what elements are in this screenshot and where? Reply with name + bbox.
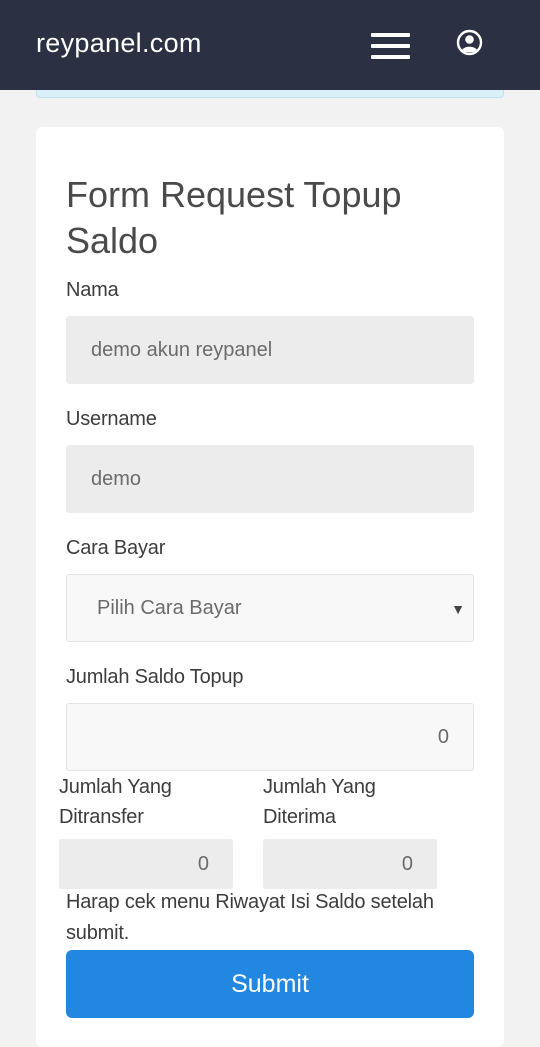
info-note: Harap cek menu Riwayat Isi Saldo setelah…: [66, 891, 434, 944]
jumlah-diterima-label-line2: Diterima: [263, 806, 336, 828]
nama-field: demo akun reypanel: [66, 316, 474, 384]
cara-bayar-label: Cara Bayar: [66, 537, 166, 559]
form-title: Form Request Topup Saldo: [66, 174, 402, 261]
hamburger-menu-icon[interactable]: [371, 33, 410, 60]
top-navbar: reypanel.com: [0, 0, 540, 90]
alert-box: [36, 90, 504, 98]
jumlah-diterima-field: 0: [263, 839, 437, 889]
jumlah-ditransfer-label-line2: Ditransfer: [59, 806, 144, 828]
jumlah-saldo-label: Jumlah Saldo Topup: [66, 666, 244, 688]
jumlah-diterima-label: Jumlah Yang Diterima: [263, 772, 376, 832]
jumlah-diterima-label-line1: Jumlah Yang: [263, 776, 376, 798]
submit-button[interactable]: Submit: [66, 950, 474, 1018]
jumlah-diterima-value: 0: [401, 852, 413, 875]
dropdown-caret-icon: ▼: [451, 601, 465, 617]
user-circle-icon[interactable]: [456, 29, 483, 56]
username-value: demo: [91, 467, 142, 490]
brand-logo[interactable]: reypanel.com: [36, 28, 202, 59]
jumlah-ditransfer-value: 0: [197, 852, 209, 875]
jumlah-ditransfer-field: 0: [59, 839, 233, 889]
cara-bayar-selected: Pilih Cara Bayar: [97, 596, 242, 619]
username-label: Username: [66, 408, 157, 430]
cara-bayar-select[interactable]: Pilih Cara Bayar ▼: [66, 574, 474, 642]
jumlah-saldo-input[interactable]: 0: [66, 703, 474, 771]
jumlah-ditransfer-label: Jumlah Yang Ditransfer: [59, 772, 172, 832]
jumlah-ditransfer-label-line1: Jumlah Yang: [59, 776, 172, 798]
nama-value: demo akun reypanel: [91, 338, 273, 361]
username-field: demo: [66, 445, 474, 513]
jumlah-saldo-value: 0: [437, 725, 449, 748]
nama-label: Nama: [66, 279, 119, 301]
